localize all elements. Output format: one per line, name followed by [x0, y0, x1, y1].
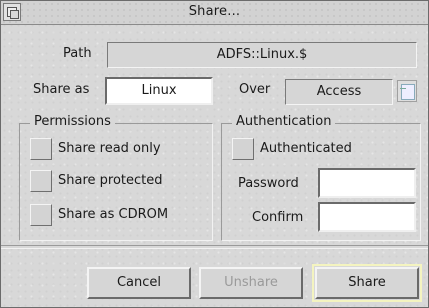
permissions-group: Permissions Share read only Share protec…	[19, 114, 213, 241]
share-read-only-checkbox[interactable]	[30, 138, 52, 160]
share-protected-checkbox[interactable]	[30, 170, 52, 192]
authenticated-label: Authenticated	[260, 141, 352, 156]
share-protected-label: Share protected	[58, 173, 163, 188]
unshare-button[interactable]: Unshare	[199, 267, 303, 299]
cancel-button[interactable]: Cancel	[87, 267, 191, 299]
confirm-label: Confirm	[252, 210, 304, 225]
share-read-only-label: Share read only	[58, 141, 161, 156]
title-bar[interactable]: Share...	[1, 1, 428, 25]
authenticated-option[interactable]: Authenticated	[232, 138, 412, 162]
share-as-label: Share as	[33, 82, 90, 97]
share-as-input[interactable]: Linux	[105, 77, 213, 105]
path-field: ADFS::Linux.$	[107, 42, 417, 68]
share-as-cdrom-checkbox[interactable]	[30, 204, 52, 226]
share-read-only-option[interactable]: Share read only	[30, 138, 200, 162]
share-protected-option[interactable]: Share protected	[30, 170, 200, 194]
menu-icon[interactable]	[397, 80, 417, 102]
share-as-cdrom-option[interactable]: Share as CDROM	[30, 204, 200, 228]
permissions-title: Permissions	[30, 114, 115, 129]
password-input[interactable]	[318, 168, 416, 198]
authentication-title: Authentication	[232, 114, 336, 129]
authentication-group: Authentication Authenticated Password Co…	[221, 114, 421, 241]
path-label: Path	[63, 46, 92, 61]
share-as-cdrom-label: Share as CDROM	[58, 207, 169, 222]
over-label: Over	[239, 82, 271, 97]
confirm-input[interactable]	[318, 202, 416, 232]
divider	[1, 245, 428, 249]
authenticated-checkbox[interactable]	[232, 138, 254, 160]
share-dialog: Share... Path ADFS::Linux.$ Share as Lin…	[0, 0, 429, 308]
password-label: Password	[238, 176, 299, 191]
over-field: Access	[285, 79, 393, 105]
window-title: Share...	[188, 4, 241, 19]
share-button[interactable]: Share	[312, 264, 422, 302]
